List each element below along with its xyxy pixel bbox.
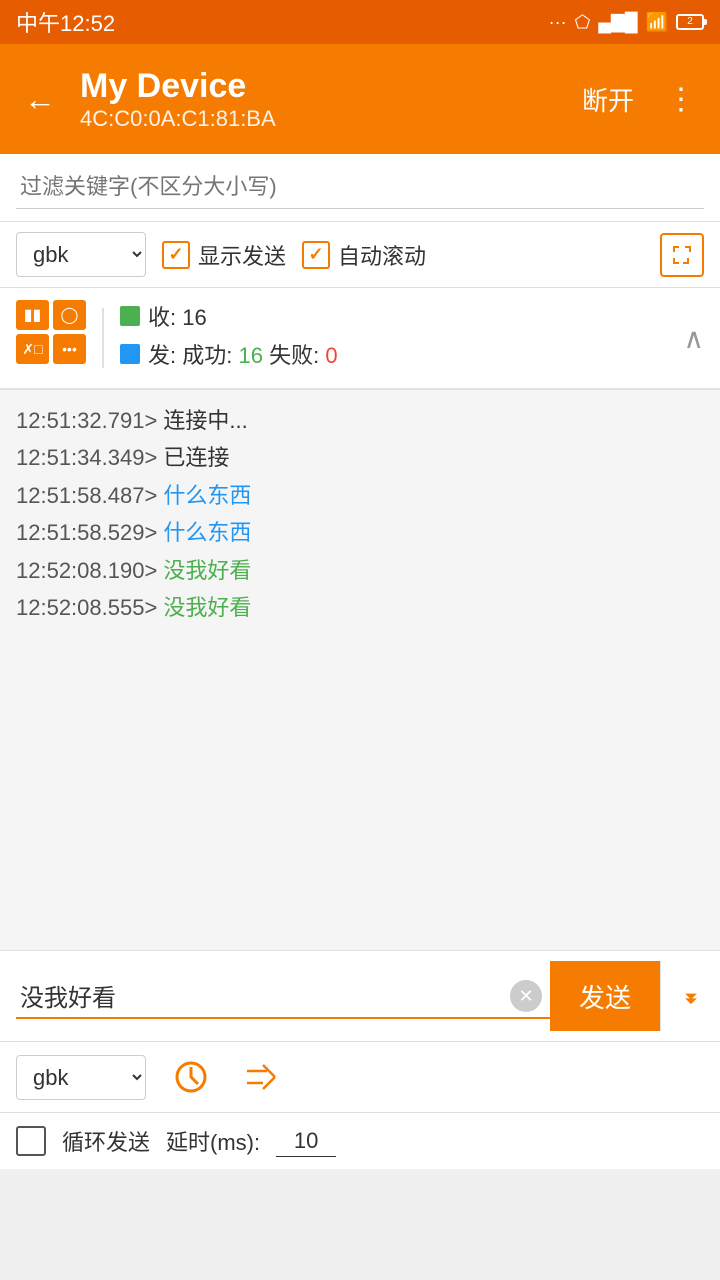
record-button[interactable]: ◯ — [53, 300, 86, 330]
app-bar-actions: 断开 ⋮ — [574, 77, 704, 122]
log-entry: 12:51:58.529> 什么东西 — [16, 514, 704, 551]
send-success-count: 16 — [238, 343, 262, 368]
send-row: ✕ 发送 — [0, 951, 720, 1042]
device-name: My Device — [80, 66, 558, 107]
send-button[interactable]: 发送 — [550, 961, 660, 1031]
auto-scroll-checkbox[interactable] — [302, 241, 330, 269]
log-entry: 12:51:58.487> 什么东西 — [16, 477, 704, 514]
status-bar: 中午12:52 ··· ⬠ ▄▇█ 📶 2 — [0, 0, 720, 44]
app-bar-title-block: My Device 4C:C0:0A:C1:81:BA — [80, 66, 558, 133]
stats-divider — [102, 308, 104, 368]
send-text: 发: 成功: 16 失败: 0 — [148, 338, 338, 370]
show-send-checkbox-item: 显示发送 — [162, 239, 286, 271]
log-entry: 12:52:08.190> 没我好看 — [16, 552, 704, 589]
back-button[interactable]: ← — [16, 73, 64, 126]
log-message: 没我好看 — [163, 595, 251, 620]
send-stats: 发: 成功: 16 失败: 0 — [120, 338, 668, 370]
recv-indicator — [120, 306, 140, 326]
device-mac: 4C:C0:0A:C1:81:BA — [80, 106, 558, 132]
app-bar: ← My Device 4C:C0:0A:C1:81:BA 断开 ⋮ — [0, 44, 720, 154]
pause-button[interactable]: ▮▮ — [16, 300, 49, 330]
delay-label: 延时(ms): — [166, 1125, 260, 1157]
collapse-button[interactable]: ∧ — [684, 322, 705, 355]
encoding-select-bottom[interactable]: gbk utf-8 ascii — [16, 1055, 146, 1100]
fullscreen-button[interactable] — [660, 233, 704, 277]
recv-label: 收: — [148, 305, 176, 330]
log-timestamp: 12:52:08.190> — [16, 558, 163, 583]
log-entry: 12:51:34.349> 已连接 — [16, 439, 704, 476]
stats-control-buttons: ▮▮ ◯ ✗□ ••• — [16, 300, 86, 364]
bottom-controls: gbk utf-8 ascii — [0, 1042, 720, 1113]
log-area: 12:51:32.791> 连接中...12:51:34.349> 已连接12:… — [0, 390, 720, 950]
auto-scroll-label: 自动滚动 — [338, 239, 426, 271]
log-message: 连接中... — [163, 408, 247, 433]
signal-dots-icon: ··· — [549, 12, 567, 33]
status-time: 中午12:52 — [16, 6, 115, 38]
history-button[interactable] — [166, 1052, 216, 1102]
clear-input-button[interactable]: ✕ — [510, 980, 542, 1012]
loop-checkbox[interactable] — [16, 1126, 46, 1156]
send-input[interactable] — [16, 973, 550, 1019]
filter-input[interactable] — [16, 166, 704, 209]
send-indicator — [120, 344, 140, 364]
loop-label: 循环发送 — [62, 1125, 150, 1157]
controls-bar: gbk utf-8 ascii 显示发送 自动滚动 — [0, 222, 720, 288]
stats-bar: ▮▮ ◯ ✗□ ••• 收: 16 发: 成功: — [0, 288, 720, 390]
battery-icon: 2 — [676, 14, 704, 30]
log-timestamp: 12:51:58.487> — [16, 483, 163, 508]
more-button[interactable]: ⋮ — [658, 78, 704, 121]
log-timestamp: 12:51:34.349> — [16, 445, 163, 470]
send-label: 发: 成功: — [148, 343, 232, 368]
signal-bars-icon: ▄▇█ — [598, 12, 637, 33]
show-send-checkbox[interactable] — [162, 241, 190, 269]
log-message: 已连接 — [163, 445, 229, 470]
log-entry: 12:52:08.555> 没我好看 — [16, 589, 704, 626]
loop-row: 循环发送 延时(ms): — [0, 1113, 720, 1169]
filter-bar — [0, 154, 720, 222]
wifi-icon: 📶 — [646, 12, 668, 33]
bottom-area: ✕ 发送 gbk utf-8 ascii — [0, 950, 720, 1169]
send-button-label: 发送 — [579, 978, 631, 1015]
bluetooth-icon: ⬠ — [575, 12, 591, 33]
fail-label: 失败: — [269, 343, 319, 368]
share-button[interactable]: ••• — [53, 334, 86, 364]
log-message: 什么东西 — [163, 483, 251, 508]
delay-input[interactable] — [276, 1126, 336, 1157]
template-button[interactable] — [236, 1052, 286, 1102]
recv-text: 收: 16 — [148, 300, 207, 332]
clear-x-icon: ✕ — [518, 986, 533, 1007]
log-timestamp: 12:51:32.791> — [16, 408, 163, 433]
log-message: 什么东西 — [163, 520, 251, 545]
log-message: 没我好看 — [163, 558, 251, 583]
encoding-select-top[interactable]: gbk utf-8 ascii — [16, 232, 146, 277]
recv-stats: 收: 16 — [120, 300, 668, 332]
log-timestamp: 12:51:58.529> — [16, 520, 163, 545]
send-fail-count: 0 — [325, 343, 337, 368]
show-send-label: 显示发送 — [198, 239, 286, 271]
status-icons: ··· ⬠ ▄▇█ 📶 2 — [549, 12, 704, 33]
log-timestamp: 12:52:08.555> — [16, 595, 163, 620]
clear-button[interactable]: ✗□ — [16, 334, 49, 364]
recv-count: 16 — [182, 305, 206, 330]
expand-history-button[interactable] — [660, 961, 720, 1031]
auto-scroll-checkbox-item: 自动滚动 — [302, 239, 426, 271]
stats-info: 收: 16 发: 成功: 16 失败: 0 — [120, 300, 668, 376]
send-input-wrap: ✕ — [16, 973, 550, 1019]
disconnect-button[interactable]: 断开 — [574, 77, 642, 122]
log-entry: 12:51:32.791> 连接中... — [16, 402, 704, 439]
